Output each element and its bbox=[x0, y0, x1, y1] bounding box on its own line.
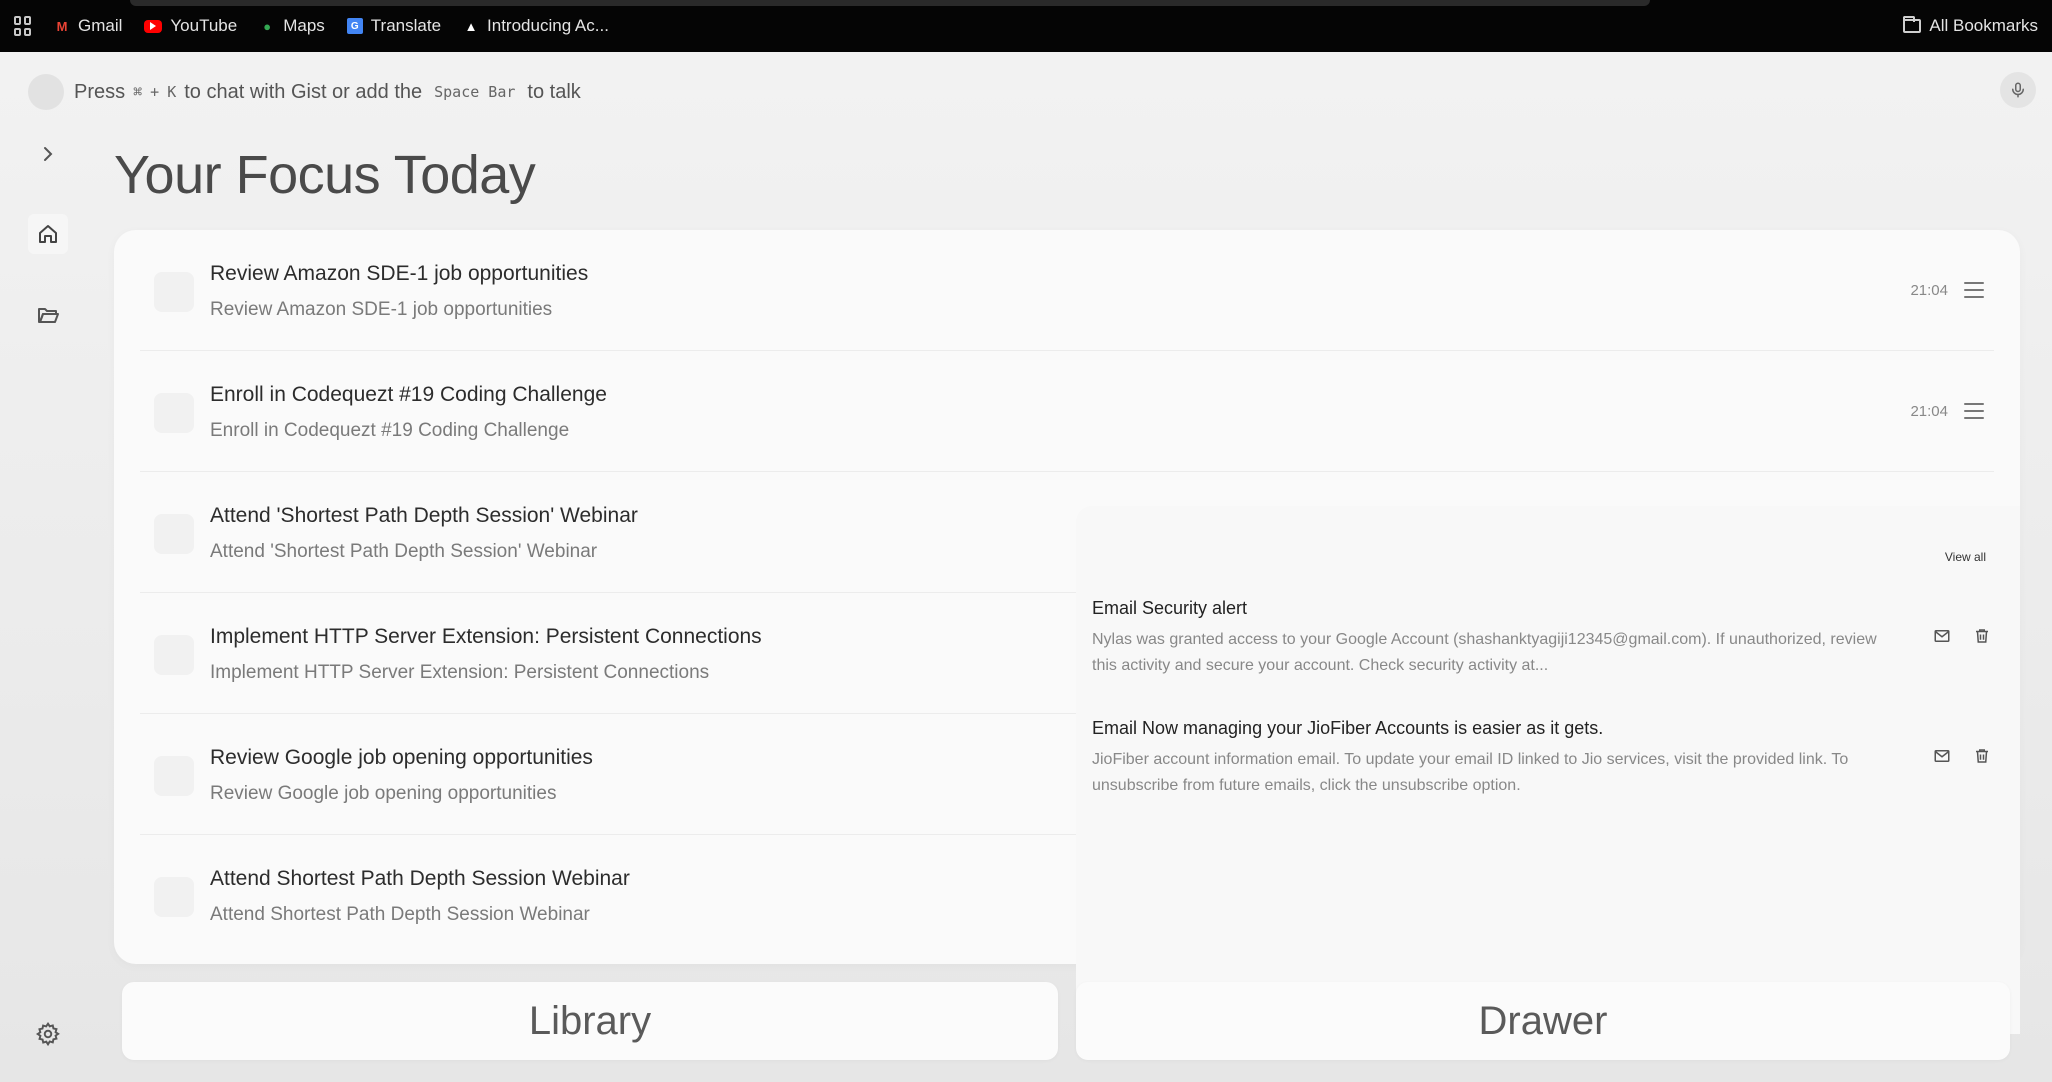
email-item[interactable]: Email Security alert Nylas was granted a… bbox=[1092, 598, 1992, 679]
app-icon: ▲ bbox=[464, 18, 478, 34]
folder-icon bbox=[1903, 16, 1922, 33]
task-item[interactable]: Enroll in Codequezt #19 Coding Challenge… bbox=[140, 351, 1994, 472]
bookmark-label: Gmail bbox=[78, 16, 123, 35]
all-bookmarks-label: All Bookmarks bbox=[1929, 16, 2038, 35]
gmail-icon: M bbox=[56, 18, 68, 34]
folder-nav-button[interactable] bbox=[28, 294, 68, 334]
mail-icon[interactable] bbox=[1932, 626, 1952, 646]
apps-grid-icon[interactable] bbox=[14, 16, 34, 36]
youtube-icon bbox=[144, 19, 163, 33]
trash-icon[interactable] bbox=[1972, 626, 1992, 646]
bookmark-label: Introducing Ac... bbox=[487, 16, 609, 35]
open-folder-icon bbox=[38, 308, 59, 323]
chevron-right-icon bbox=[44, 147, 53, 161]
bookmark-gmail[interactable]: M Gmail bbox=[54, 16, 123, 36]
task-subtitle: Attend Shortest Path Depth Session Webin… bbox=[210, 904, 590, 925]
task-checkbox[interactable] bbox=[154, 393, 194, 433]
task-item[interactable]: Review Amazon SDE-1 job opportunities Re… bbox=[140, 230, 1994, 351]
bookmark-youtube[interactable]: YouTube bbox=[144, 16, 237, 36]
task-checkbox[interactable] bbox=[154, 635, 194, 675]
gist-prompt[interactable]: Press ⌘ + K to chat with Gist or add the… bbox=[28, 72, 581, 112]
task-checkbox[interactable] bbox=[154, 272, 194, 312]
bookmark-label: YouTube bbox=[170, 16, 238, 35]
task-title: Implement HTTP Server Extension: Persist… bbox=[210, 625, 762, 648]
page-title: Your Focus Today bbox=[114, 145, 536, 205]
drawer-button[interactable]: Drawer bbox=[1076, 982, 2010, 1060]
gist-mid-text: to chat with Gist or add the bbox=[184, 80, 423, 103]
microphone-button[interactable] bbox=[2000, 72, 2036, 108]
bookmark-introducing[interactable]: ▲ Introducing Ac... bbox=[463, 16, 609, 36]
task-title: Review Google job opening opportunities bbox=[210, 746, 593, 769]
translate-icon: G bbox=[346, 18, 363, 34]
bookmarks-bar: M Gmail YouTube ● Maps G Translate ▲ Int… bbox=[0, 0, 2052, 52]
home-nav-button[interactable] bbox=[28, 214, 68, 254]
task-subtitle: Review Google job opening opportunities bbox=[210, 783, 557, 804]
library-button[interactable]: Library bbox=[122, 982, 1058, 1060]
view-all-link[interactable]: View all bbox=[1945, 550, 1986, 564]
drawer-panel: View all Email Security alert Nylas was … bbox=[1076, 506, 2020, 1034]
email-body: JioFiber account information email. To u… bbox=[1092, 751, 1849, 794]
email-body: Nylas was granted access to your Google … bbox=[1092, 631, 1877, 674]
microphone-icon bbox=[2012, 82, 2024, 98]
email-actions bbox=[1932, 746, 1992, 766]
task-title: Attend 'Shortest Path Depth Session' Web… bbox=[210, 504, 638, 527]
task-time: 21:04 bbox=[1910, 282, 1948, 299]
task-time: 21:04 bbox=[1910, 403, 1948, 420]
home-icon bbox=[39, 225, 57, 243]
mail-icon[interactable] bbox=[1932, 746, 1952, 766]
gist-press-text: Press bbox=[74, 80, 126, 103]
maps-icon: ● bbox=[263, 18, 272, 34]
task-checkbox[interactable] bbox=[154, 756, 194, 796]
bookmark-translate[interactable]: G Translate bbox=[346, 16, 442, 36]
task-checkbox[interactable] bbox=[154, 877, 194, 917]
menu-icon[interactable] bbox=[1964, 282, 1984, 298]
task-subtitle: Attend 'Shortest Path Depth Session' Web… bbox=[210, 541, 598, 562]
task-title: Enroll in Codequezt #19 Coding Challenge bbox=[210, 383, 607, 406]
task-title: Review Amazon SDE-1 job opportunities bbox=[210, 262, 589, 285]
bookmark-label: Translate bbox=[370, 16, 442, 35]
expand-sidebar-button[interactable] bbox=[28, 134, 68, 174]
gist-avatar bbox=[28, 74, 64, 110]
cmd-key: ⌘ bbox=[133, 83, 143, 101]
gear-icon bbox=[35, 1021, 60, 1047]
k-key: K bbox=[167, 83, 177, 101]
task-subtitle: Implement HTTP Server Extension: Persist… bbox=[210, 662, 710, 683]
task-title: Attend Shortest Path Depth Session Webin… bbox=[210, 867, 630, 890]
bookmark-maps[interactable]: ● Maps bbox=[259, 16, 325, 36]
bookmark-label: Maps bbox=[283, 16, 325, 35]
task-checkbox[interactable] bbox=[154, 514, 194, 554]
tab-strip-edge bbox=[130, 0, 1650, 6]
all-bookmarks-button[interactable]: All Bookmarks bbox=[1903, 0, 2038, 52]
gist-end-text: to talk bbox=[527, 80, 581, 103]
email-title: Email Security alert bbox=[1092, 598, 1248, 618]
task-subtitle: Enroll in Codequezt #19 Coding Challenge bbox=[210, 420, 570, 441]
task-subtitle: Review Amazon SDE-1 job opportunities bbox=[210, 299, 553, 320]
app-main: Press ⌘ + K to chat with Gist or add the… bbox=[0, 52, 2052, 1082]
email-actions bbox=[1932, 626, 1992, 646]
email-title: Email Now managing your JioFiber Account… bbox=[1092, 718, 1604, 738]
email-item[interactable]: Email Now managing your JioFiber Account… bbox=[1092, 718, 1992, 799]
menu-icon[interactable] bbox=[1964, 403, 1984, 419]
settings-button[interactable] bbox=[28, 1014, 68, 1054]
space-bar-key: Space Bar bbox=[434, 83, 516, 101]
plus-sign: + bbox=[150, 83, 160, 101]
trash-icon[interactable] bbox=[1972, 746, 1992, 766]
